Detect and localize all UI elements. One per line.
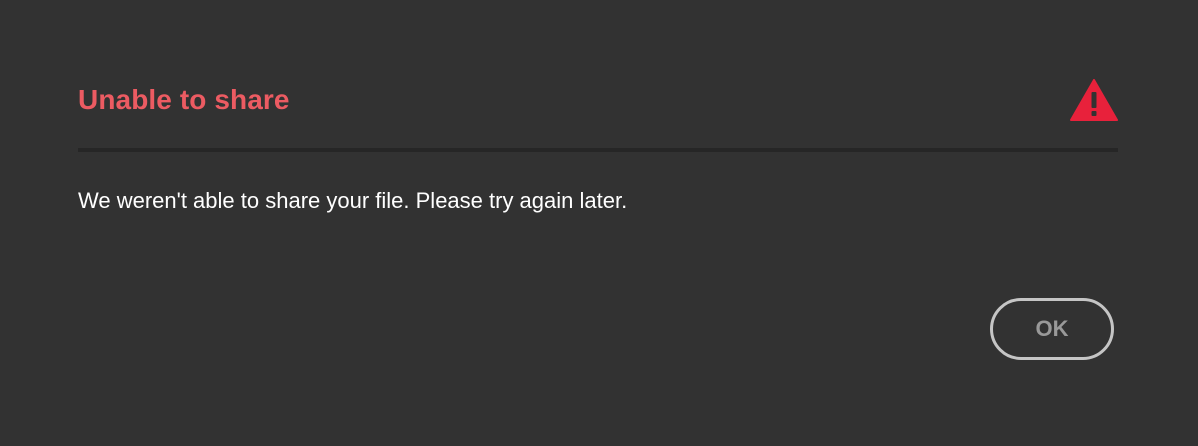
- dialog-header: Unable to share: [78, 76, 1118, 124]
- dialog-title: Unable to share: [78, 84, 290, 115]
- error-dialog: Unable to share We weren't able to share…: [0, 0, 1198, 446]
- warning-icon: [1070, 79, 1118, 121]
- dialog-message: We weren't able to share your file. Plea…: [78, 188, 628, 213]
- header-divider: [78, 148, 1118, 152]
- ok-button[interactable]: OK: [990, 298, 1114, 360]
